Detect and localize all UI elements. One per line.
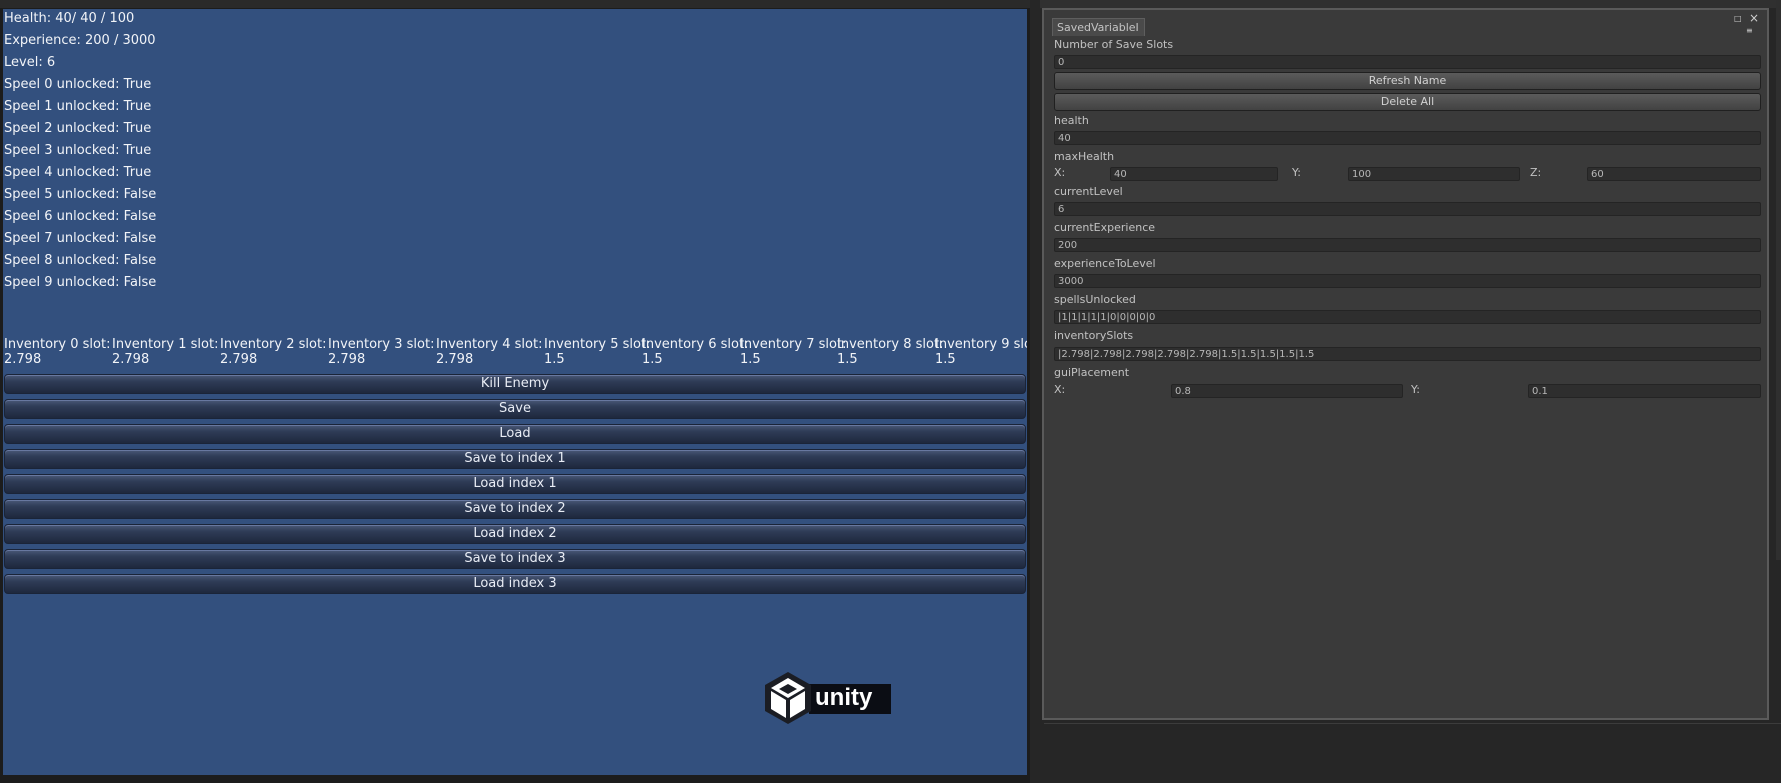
gui-placement-y-label: Y:: [1411, 383, 1420, 396]
load-button[interactable]: Load: [4, 424, 1026, 444]
inventory-slot-label: Inventory 4 slot:: [436, 337, 543, 352]
inventory-slot-value: 2.798: [112, 352, 150, 367]
save-to-index-1-button[interactable]: Save to index 1: [4, 449, 1026, 469]
inventory-slot-label: Inventory 6 slot:: [642, 337, 749, 352]
save-button[interactable]: Save: [4, 399, 1026, 419]
current-experience-field[interactable]: [1054, 238, 1761, 252]
stat-spell-7: Speel 7 unlocked: False: [4, 231, 157, 246]
inventory-slot-8: Inventory 8 slot: 1.5: [837, 337, 944, 367]
stat-spell-4: Speel 4 unlocked: True: [4, 165, 152, 180]
maxhealth-y-label: Y:: [1292, 166, 1301, 179]
load-index-3-button[interactable]: Load index 3: [4, 574, 1026, 594]
inventory-slot-value: 2.798: [220, 352, 258, 367]
inventory-slot-label: Inventory 5 slot:: [544, 337, 651, 352]
inventory-slot-1: Inventory 1 slot: 2.798: [112, 337, 219, 367]
experience-to-level-label: experienceToLevel: [1054, 257, 1156, 270]
gui-placement-y-field[interactable]: [1528, 384, 1761, 398]
stat-spell-0: Speel 0 unlocked: True: [4, 77, 152, 92]
inventory-slot-6: Inventory 6 slot: 1.5: [642, 337, 749, 367]
gui-placement-x-field[interactable]: [1171, 384, 1403, 398]
editor-divider: [1044, 723, 1781, 724]
inventory-slot-4: Inventory 4 slot: 2.798: [436, 337, 543, 367]
gui-placement-x-label: X:: [1054, 383, 1066, 396]
inventory-slot-value: 1.5: [837, 352, 858, 367]
game-view[interactable]: Health: 40/ 40 / 100 Experience: 200 / 3…: [3, 9, 1027, 775]
inventory-slot-5: Inventory 5 slot: 1.5: [544, 337, 651, 367]
unity-logo-text: unity: [815, 684, 873, 711]
num-save-slots-field[interactable]: [1054, 55, 1761, 69]
current-level-label: currentLevel: [1054, 185, 1123, 198]
stat-experience: Experience: 200 / 3000: [4, 33, 156, 48]
inventory-slots-label: inventorySlots: [1054, 329, 1134, 342]
spells-unlocked-label: spellsUnlocked: [1054, 293, 1136, 306]
maxhealth-label: maxHealth: [1054, 150, 1115, 163]
editor-scrollbar[interactable]: [1776, 0, 1781, 560]
refresh-name-button[interactable]: Refresh Name: [1054, 72, 1761, 90]
maxhealth-z-field[interactable]: [1587, 167, 1761, 181]
window-tab[interactable]: SavedVariableI: [1052, 18, 1145, 36]
inventory-slot-value: 1.5: [544, 352, 565, 367]
inventory-slot-label: Inventory 2 slot:: [220, 337, 327, 352]
inventory-slot-label: Inventory 8 slot:: [837, 337, 944, 352]
save-to-index-2-button[interactable]: Save to index 2: [4, 499, 1026, 519]
num-save-slots-label: Number of Save Slots: [1054, 38, 1174, 51]
inventory-slot-7: Inventory 7 slot: 1.5: [740, 337, 847, 367]
inventory-slot-value: 2.798: [436, 352, 474, 367]
maxhealth-y-field[interactable]: [1348, 167, 1520, 181]
stat-level: Level: 6: [4, 55, 56, 70]
inventory-slot-3: Inventory 3 slot: 2.798: [328, 337, 435, 367]
inventory-slots-field[interactable]: [1054, 347, 1761, 361]
health-field[interactable]: [1054, 131, 1761, 145]
inventory-slot-label: Inventory 9 slot:: [935, 337, 1027, 352]
inventory-slot-value: 1.5: [740, 352, 761, 367]
stat-spell-1: Speel 1 unlocked: True: [4, 99, 152, 114]
inventory-slot-label: Inventory 1 slot:: [112, 337, 219, 352]
stat-spell-3: Speel 3 unlocked: True: [4, 143, 152, 158]
maximize-icon[interactable]: □: [1734, 14, 1744, 24]
load-index-1-button[interactable]: Load index 1: [4, 474, 1026, 494]
current-experience-label: currentExperience: [1054, 221, 1156, 234]
saved-variables-window: SavedVariableI □ × ≡ Number of Save Slot…: [1042, 8, 1769, 720]
stat-spell-2: Speel 2 unlocked: True: [4, 121, 152, 136]
load-index-2-button[interactable]: Load index 2: [4, 524, 1026, 544]
experience-to-level-field[interactable]: [1054, 274, 1761, 288]
inventory-slot-2: Inventory 2 slot: 2.798: [220, 337, 327, 367]
delete-all-button[interactable]: Delete All: [1054, 93, 1761, 111]
stat-spell-6: Speel 6 unlocked: False: [4, 209, 157, 224]
close-icon[interactable]: ×: [1749, 12, 1761, 24]
health-label: health: [1054, 114, 1089, 127]
maxhealth-x-field[interactable]: [1110, 167, 1278, 181]
unity-cube-icon: [765, 672, 811, 724]
maxhealth-x-label: X:: [1054, 166, 1066, 179]
maxhealth-z-label: Z:: [1530, 166, 1542, 179]
editor-toolbar-strip: [1040, 0, 1781, 8]
inventory-slot-0: Inventory 0 slot: 2.798: [4, 337, 111, 367]
inventory-slot-value: 2.798: [4, 352, 42, 367]
inventory-slot-value: 1.5: [642, 352, 663, 367]
stat-spell-9: Speel 9 unlocked: False: [4, 275, 157, 290]
inventory-slot-value: 1.5: [935, 352, 956, 367]
stat-spell-8: Speel 8 unlocked: False: [4, 253, 157, 268]
inventory-slot-label: Inventory 7 slot:: [740, 337, 847, 352]
unity-logo: unity: [759, 669, 891, 727]
spells-unlocked-field[interactable]: [1054, 310, 1761, 324]
inventory-slot-value: 2.798: [328, 352, 366, 367]
current-level-field[interactable]: [1054, 202, 1761, 216]
inventory-slot-label: Inventory 3 slot:: [328, 337, 435, 352]
inventory-slot-label: Inventory 0 slot:: [4, 337, 111, 352]
stat-health: Health: 40/ 40 / 100: [4, 11, 135, 26]
inventory-slot-9: Inventory 9 slot: 1.5: [935, 337, 1027, 367]
kill-enemy-button[interactable]: Kill Enemy: [4, 374, 1026, 394]
save-to-index-3-button[interactable]: Save to index 3: [4, 549, 1026, 569]
gui-placement-label: guiPlacement: [1054, 366, 1130, 379]
panel-menu-icon[interactable]: ≡: [1746, 26, 1760, 36]
stat-spell-5: Speel 5 unlocked: False: [4, 187, 157, 202]
